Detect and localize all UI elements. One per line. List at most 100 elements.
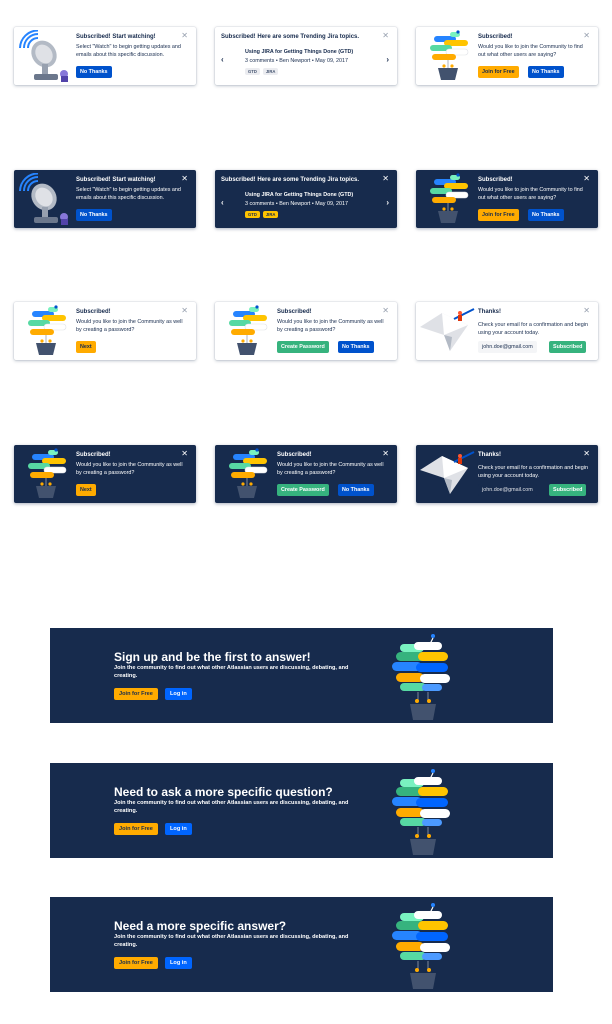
tag-jira[interactable]: JIRA bbox=[262, 68, 279, 75]
password-card-create-dark: Subscribed! ✕ Would you like to join the… bbox=[215, 445, 397, 503]
close-icon[interactable]: ✕ bbox=[382, 450, 389, 458]
email-field[interactable]: john.doe@gmail.com bbox=[478, 341, 537, 353]
banner-headline: Need to ask a more specific question? bbox=[114, 785, 333, 799]
balloons-illustration bbox=[18, 305, 74, 357]
subscribed-button[interactable]: Subscribed bbox=[549, 484, 587, 496]
card-body: Select "Watch" to begin getting updates … bbox=[76, 187, 181, 201]
watch-card-dark: Subscribed! Start watching! ✕ Select "Wa… bbox=[14, 170, 196, 228]
topic-title[interactable]: Using JIRA for Getting Things Done (GTD) bbox=[245, 192, 353, 198]
log-in-button[interactable]: Log in bbox=[165, 823, 192, 835]
card-title: Subscribed! Start watching! bbox=[76, 34, 156, 40]
signup-banner-1: Sign up and be the first to answer! Join… bbox=[50, 628, 553, 723]
join-card-dark: Subscribed! ✕ Would you like to join the… bbox=[416, 170, 598, 228]
card-title: Thanks! bbox=[478, 309, 502, 315]
no-thanks-button[interactable]: No Thanks bbox=[76, 66, 112, 78]
create-password-button[interactable]: Create Password bbox=[277, 484, 329, 496]
card-body: Check your email for a confirmation and … bbox=[478, 322, 588, 336]
close-icon[interactable]: ✕ bbox=[382, 307, 389, 315]
close-icon[interactable]: ✕ bbox=[181, 175, 188, 183]
balloons-illustration bbox=[219, 305, 275, 357]
banner-subtext: Join the community to find out what othe… bbox=[114, 665, 349, 679]
balloons-illustration bbox=[18, 448, 74, 500]
subscribed-button[interactable]: Subscribed bbox=[549, 341, 587, 353]
balloons-illustration bbox=[420, 173, 476, 225]
close-icon[interactable]: ✕ bbox=[181, 450, 188, 458]
speech-balloons-illustration bbox=[388, 632, 458, 722]
card-body: Would you like to join the Community as … bbox=[277, 319, 384, 333]
password-card-next-dark: Subscribed! ✕ Would you like to join the… bbox=[14, 445, 196, 503]
no-thanks-button[interactable]: No Thanks bbox=[528, 66, 564, 78]
join-for-free-button[interactable]: Join for Free bbox=[478, 66, 519, 78]
banner-headline: Need a more specific answer? bbox=[114, 919, 287, 933]
tag-gtd[interactable]: GTD bbox=[245, 68, 260, 75]
topic-tags: GTD JIRA bbox=[245, 211, 279, 218]
no-thanks-button[interactable]: No Thanks bbox=[76, 209, 112, 221]
join-card-light: Subscribed! ✕ Would you like to join the… bbox=[416, 27, 598, 85]
email-field[interactable]: john.doe@gmail.com bbox=[478, 484, 537, 496]
next-button[interactable]: Next bbox=[76, 484, 96, 496]
join-for-free-button[interactable]: Join for Free bbox=[114, 957, 158, 969]
card-title: Subscribed! Here are some Trending Jira … bbox=[221, 34, 360, 40]
card-body: Select "Watch" to begin getting updates … bbox=[76, 44, 181, 58]
satellite-dish-illustration bbox=[18, 173, 74, 225]
chevron-right-icon[interactable]: › bbox=[386, 56, 389, 64]
trending-card-light: Subscribed! Here are some Trending Jira … bbox=[215, 27, 397, 85]
close-icon[interactable]: ✕ bbox=[382, 32, 389, 40]
topic-meta: 3 comments • Ben Newport • May 09, 2017 bbox=[245, 58, 348, 64]
card-body: Check your email for a confirmation and … bbox=[478, 465, 588, 479]
card-body: Would you like to join the Community as … bbox=[76, 319, 183, 333]
paper-plane-illustration bbox=[420, 448, 476, 500]
signup-banner-3: Need a more specific answer? Join the co… bbox=[50, 897, 553, 992]
no-thanks-button[interactable]: No Thanks bbox=[338, 341, 374, 353]
speech-balloons-illustration bbox=[388, 767, 458, 857]
no-thanks-button[interactable]: No Thanks bbox=[528, 209, 564, 221]
satellite-dish-illustration bbox=[18, 30, 74, 82]
close-icon[interactable]: ✕ bbox=[583, 32, 590, 40]
balloons-illustration bbox=[219, 448, 275, 500]
chevron-left-icon[interactable]: ‹ bbox=[221, 56, 224, 64]
thanks-card-dark: Thanks! ✕ Check your email for a confirm… bbox=[416, 445, 598, 503]
tag-jira[interactable]: JIRA bbox=[262, 211, 279, 218]
card-title: Subscribed! bbox=[277, 452, 312, 458]
watch-card-light: Subscribed! Start watching! ✕ Select "Wa… bbox=[14, 27, 196, 85]
topic-meta: 3 comments • Ben Newport • May 09, 2017 bbox=[245, 201, 348, 207]
card-title: Subscribed! bbox=[478, 177, 513, 183]
tag-gtd[interactable]: GTD bbox=[245, 211, 260, 218]
thanks-card-light: Thanks! ✕ Check your email for a confirm… bbox=[416, 302, 598, 360]
close-icon[interactable]: ✕ bbox=[583, 175, 590, 183]
log-in-button[interactable]: Log in bbox=[165, 688, 192, 700]
password-card-next-light: Subscribed! ✕ Would you like to join the… bbox=[14, 302, 196, 360]
card-title: Subscribed! bbox=[478, 34, 513, 40]
close-icon[interactable]: ✕ bbox=[382, 175, 389, 183]
topic-title[interactable]: Using JIRA for Getting Things Done (GTD) bbox=[245, 49, 353, 55]
chevron-left-icon[interactable]: ‹ bbox=[221, 199, 224, 207]
signup-banner-2: Need to ask a more specific question? Jo… bbox=[50, 763, 553, 858]
join-for-free-button[interactable]: Join for Free bbox=[114, 823, 158, 835]
card-title: Subscribed! bbox=[76, 309, 111, 315]
speech-balloons-illustration bbox=[388, 901, 458, 991]
chevron-right-icon[interactable]: › bbox=[386, 199, 389, 207]
join-for-free-button[interactable]: Join for Free bbox=[478, 209, 519, 221]
no-thanks-button[interactable]: No Thanks bbox=[338, 484, 374, 496]
next-button[interactable]: Next bbox=[76, 341, 96, 353]
close-icon[interactable]: ✕ bbox=[181, 307, 188, 315]
close-icon[interactable]: ✕ bbox=[583, 450, 590, 458]
join-for-free-button[interactable]: Join for Free bbox=[114, 688, 158, 700]
card-body: Would you like to join the Community to … bbox=[478, 187, 583, 201]
card-title: Thanks! bbox=[478, 452, 502, 458]
card-title: Subscribed! bbox=[277, 309, 312, 315]
paper-plane-illustration bbox=[420, 305, 476, 357]
log-in-button[interactable]: Log in bbox=[165, 957, 192, 969]
card-body: Would you like to join the Community to … bbox=[478, 44, 583, 58]
close-icon[interactable]: ✕ bbox=[181, 32, 188, 40]
card-title: Subscribed! bbox=[76, 452, 111, 458]
banner-headline: Sign up and be the first to answer! bbox=[114, 650, 311, 664]
card-body: Would you like to join the Community as … bbox=[277, 462, 384, 476]
card-body: Would you like to join the Community as … bbox=[76, 462, 183, 476]
card-title: Subscribed! Here are some Trending Jira … bbox=[221, 177, 360, 183]
balloons-illustration bbox=[420, 30, 476, 82]
create-password-button[interactable]: Create Password bbox=[277, 341, 329, 353]
banner-subtext: Join the community to find out what othe… bbox=[114, 800, 349, 814]
close-icon[interactable]: ✕ bbox=[583, 307, 590, 315]
password-card-create-light: Subscribed! ✕ Would you like to join the… bbox=[215, 302, 397, 360]
